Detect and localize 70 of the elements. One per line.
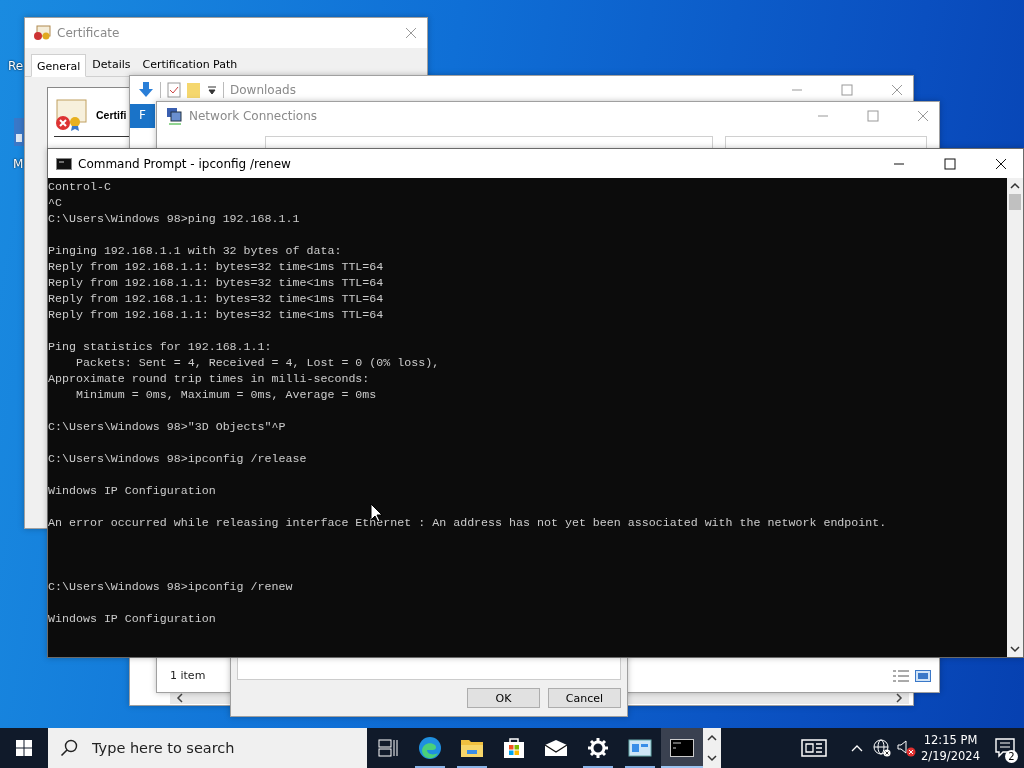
console-line: C:\Users\Windows 98>ipconfig /release (48, 451, 308, 467)
scroll-up-icon[interactable] (1010, 182, 1020, 190)
gear-icon (588, 738, 608, 758)
up-down-chevron-icon (707, 733, 717, 763)
tab[interactable]: Details (86, 54, 137, 76)
file-tab[interactable]: F (130, 104, 155, 128)
close-icon[interactable] (995, 157, 1007, 170)
console-line: C:\Users\Windows 98>"3D Objects"^P (48, 419, 287, 435)
certificate-error-icon (54, 98, 88, 132)
show-hidden-icons-icon[interactable] (851, 744, 864, 752)
network-computers-icon (165, 107, 183, 125)
scroll-thumb[interactable] (1009, 194, 1021, 210)
shortcut-icon[interactable] (14, 118, 24, 146)
store-bag-icon (503, 737, 525, 759)
maximize-icon[interactable] (944, 157, 956, 170)
task-view-icon (378, 739, 398, 757)
download-arrow-icon[interactable] (138, 82, 154, 98)
console-line: Packets: Sent = 4, Received = 4, Lost = 0 (0% loss), (74, 355, 441, 371)
clock-date[interactable]: 2/19/2024 (921, 748, 980, 764)
search-icon (60, 739, 78, 757)
terminal-icon (56, 157, 72, 170)
status-text: 1 item (170, 669, 206, 682)
notification-icon[interactable] (995, 738, 1017, 758)
console-line: C:\Users\Windows 98>ping 192.168.1.1 (48, 211, 301, 227)
dialog-button[interactable]: Cancel (548, 688, 621, 708)
globe-icon[interactable] (873, 739, 892, 757)
console-line: Windows IP Configuration (48, 611, 217, 627)
folder-icon (460, 738, 484, 758)
certificate-heading: Certifi (96, 109, 127, 121)
browser-icon (418, 736, 442, 760)
caret-icon[interactable] (207, 85, 217, 95)
scroll-left-icon[interactable] (176, 693, 184, 703)
notification-count-badge: 2 (1005, 750, 1018, 763)
console-line: Pinging 192.168.1.1 with 32 bytes of data: (48, 243, 343, 259)
large-icons-view-icon[interactable] (915, 669, 931, 682)
console-line: Reply from 192.168.1.1: bytes=32 time<1ms TTL=64 (48, 259, 385, 275)
tab[interactable]: Certification Path (136, 54, 244, 76)
console-line: Control-C (48, 179, 112, 195)
console-line: ^C (48, 195, 63, 211)
volume-muted-icon[interactable] (897, 739, 918, 757)
desktop-icon-label[interactable]: M (13, 157, 24, 171)
console-line: Reply from 192.168.1.1: bytes=32 time<1ms TTL=64 (48, 275, 385, 291)
tab[interactable]: General (31, 54, 87, 77)
terminal-icon (670, 739, 694, 757)
dialog-button[interactable]: OK (467, 688, 540, 708)
properties-icon[interactable] (167, 82, 181, 98)
console-line: Approximate round trip times in milli-seconds: (48, 371, 371, 387)
envelope-icon (544, 739, 568, 757)
console-line: Minimum = 0ms, Maximum = 0ms, Average = 0ms (74, 387, 378, 403)
taskbar-app-button[interactable] (661, 728, 703, 768)
vertical-scrollbar[interactable] (1007, 178, 1023, 657)
news-icon[interactable] (801, 738, 828, 758)
clock-time[interactable]: 12:15 PM (923, 732, 978, 748)
control-panel-icon (628, 738, 652, 758)
taskbar-scroll-button[interactable] (703, 728, 721, 768)
scroll-right-icon[interactable] (895, 693, 903, 703)
console-line: C:\Users\Windows 98>ipconfig /renew (48, 579, 294, 595)
console-line: Ping statistics for 192.168.1.1: (48, 339, 273, 355)
console-line: Reply from 192.168.1.1: bytes=32 time<1ms TTL=64 (48, 291, 385, 307)
scroll-down-icon[interactable] (1010, 645, 1020, 653)
certificate-icon (33, 25, 51, 41)
window-title: Downloads (230, 83, 296, 97)
desktop-icon-label[interactable]: Re (8, 59, 24, 73)
start-icon[interactable] (16, 740, 32, 756)
console-line: An error occurred while releasing interface Ethernet : An address has not yet been associated with the network endpoint. (48, 515, 888, 531)
console-line: Reply from 192.168.1.1: bytes=32 time<1ms TTL=64 (48, 307, 385, 323)
window-title: Certificate (57, 26, 120, 40)
window-title: Command Prompt - ipconfig /renew (78, 156, 291, 171)
console-line: Windows IP Configuration (48, 483, 217, 499)
window-title: Network Connections (189, 109, 318, 123)
